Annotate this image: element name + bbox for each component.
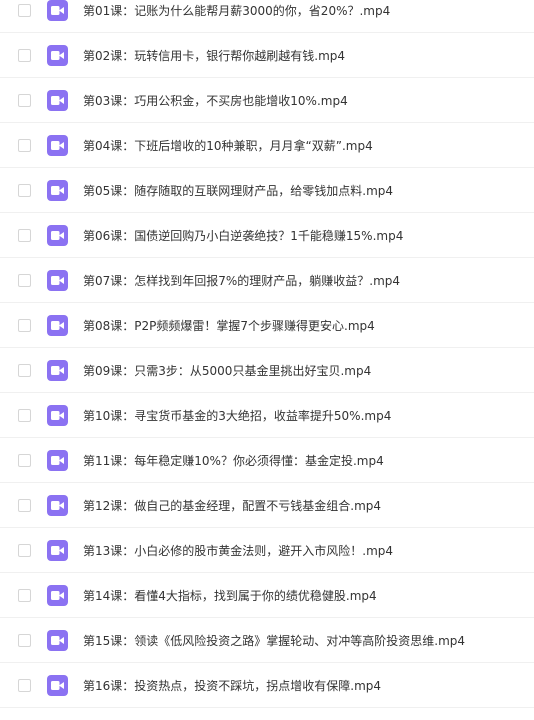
- row-checkbox[interactable]: [18, 543, 31, 557]
- file-name[interactable]: 第07课：怎样找到年回报7%的理财产品，躺赚收益？.mp4: [83, 272, 400, 289]
- file-row[interactable]: 第09课：只需3步：从5000只基金里挑出好宝贝.mp4: [0, 348, 534, 393]
- file-name[interactable]: 第08课：P2P频频爆雷！掌握7个步骤赚得更安心.mp4: [83, 317, 375, 334]
- row-checkbox[interactable]: [18, 588, 31, 602]
- file-list: 第01课：记账为什么能帮月薪3000的你，省20%？.mp4 第02课：玩转信用…: [0, 0, 534, 720]
- file-row[interactable]: 第01课：记账为什么能帮月薪3000的你，省20%？.mp4: [0, 0, 534, 33]
- video-file-icon: [47, 134, 68, 156]
- video-file-icon: [47, 629, 68, 651]
- video-file-icon: [47, 584, 68, 606]
- video-file-icon: [47, 224, 68, 246]
- row-checkbox[interactable]: [18, 453, 31, 467]
- video-file-icon: [47, 674, 68, 696]
- row-checkbox[interactable]: [18, 3, 31, 17]
- file-row[interactable]: 第02课：玩转信用卡，银行帮你越刷越有钱.mp4: [0, 33, 534, 78]
- file-name[interactable]: 第16课：投资热点，投资不踩坑，拐点增收有保障.mp4: [83, 677, 381, 694]
- video-file-icon: [47, 269, 68, 291]
- file-name[interactable]: 第11课：每年稳定赚10%？你必须得懂：基金定投.mp4: [83, 452, 384, 469]
- video-file-icon: [47, 404, 68, 426]
- file-name[interactable]: 第14课：看懂4大指标，找到属于你的绩优稳健股.mp4: [83, 587, 377, 604]
- video-file-icon: [47, 0, 68, 21]
- file-row[interactable]: 第12课：做自己的基金经理，配置不亏钱基金组合.mp4: [0, 483, 534, 528]
- file-row[interactable]: 第14课：看懂4大指标，找到属于你的绩优稳健股.mp4: [0, 573, 534, 618]
- row-checkbox[interactable]: [18, 183, 31, 197]
- file-name[interactable]: 第04课：下班后增收的10种兼职，月月拿“双薪”.mp4: [83, 137, 373, 154]
- row-checkbox[interactable]: [18, 408, 31, 422]
- row-checkbox[interactable]: [18, 138, 31, 152]
- row-checkbox[interactable]: [18, 633, 31, 647]
- file-row[interactable]: 第10课：寻宝货币基金的3大绝招，收益率提升50%.mp4: [0, 393, 534, 438]
- row-checkbox[interactable]: [18, 48, 31, 62]
- file-row[interactable]: 第15课：领读《低风险投资之路》掌握轮动、对冲等高阶投资思维.mp4: [0, 618, 534, 663]
- row-checkbox[interactable]: [18, 498, 31, 512]
- file-row[interactable]: 第07课：怎样找到年回报7%的理财产品，躺赚收益？.mp4: [0, 258, 534, 303]
- row-checkbox[interactable]: [18, 318, 31, 332]
- video-file-icon: [47, 494, 68, 516]
- file-name[interactable]: 第12课：做自己的基金经理，配置不亏钱基金组合.mp4: [83, 497, 381, 514]
- file-row[interactable]: 第11课：每年稳定赚10%？你必须得懂：基金定投.mp4: [0, 438, 534, 483]
- file-name[interactable]: 第06课：国债逆回购乃小白逆袭绝技？1千能稳赚15%.mp4: [83, 227, 403, 244]
- file-name[interactable]: 第09课：只需3步：从5000只基金里挑出好宝贝.mp4: [83, 362, 371, 379]
- file-row[interactable]: 第06课：国债逆回购乃小白逆袭绝技？1千能稳赚15%.mp4: [0, 213, 534, 258]
- video-file-icon: [47, 89, 68, 111]
- video-file-icon: [47, 44, 68, 66]
- row-checkbox[interactable]: [18, 228, 31, 242]
- file-name[interactable]: 第03课：巧用公积金，不买房也能增收10%.mp4: [83, 92, 348, 109]
- video-file-icon: [47, 539, 68, 561]
- video-file-icon: [47, 314, 68, 336]
- row-checkbox[interactable]: [18, 273, 31, 287]
- file-row[interactable]: 第13课：小白必修的股市黄金法则，避开入市风险！.mp4: [0, 528, 534, 573]
- file-name[interactable]: 第15课：领读《低风险投资之路》掌握轮动、对冲等高阶投资思维.mp4: [83, 632, 465, 649]
- video-file-icon: [47, 359, 68, 381]
- file-row[interactable]: 第16课：投资热点，投资不踩坑，拐点增收有保障.mp4: [0, 663, 534, 708]
- file-row[interactable]: 第04课：下班后增收的10种兼职，月月拿“双薪”.mp4: [0, 123, 534, 168]
- video-file-icon: [47, 179, 68, 201]
- row-checkbox[interactable]: [18, 93, 31, 107]
- video-file-icon: [47, 449, 68, 471]
- file-name[interactable]: 第01课：记账为什么能帮月薪3000的你，省20%？.mp4: [83, 2, 390, 19]
- file-row[interactable]: 第08课：P2P频频爆雷！掌握7个步骤赚得更安心.mp4: [0, 303, 534, 348]
- row-checkbox[interactable]: [18, 363, 31, 377]
- file-name[interactable]: 第10课：寻宝货币基金的3大绝招，收益率提升50%.mp4: [83, 407, 391, 424]
- file-name[interactable]: 第02课：玩转信用卡，银行帮你越刷越有钱.mp4: [83, 47, 345, 64]
- file-row[interactable]: 第05课：随存随取的互联网理财产品，给零钱加点料.mp4: [0, 168, 534, 213]
- file-name[interactable]: 第13课：小白必修的股市黄金法则，避开入市风险！.mp4: [83, 542, 393, 559]
- row-checkbox[interactable]: [18, 678, 31, 692]
- file-name[interactable]: 第05课：随存随取的互联网理财产品，给零钱加点料.mp4: [83, 182, 393, 199]
- file-row[interactable]: 第03课：巧用公积金，不买房也能增收10%.mp4: [0, 78, 534, 123]
